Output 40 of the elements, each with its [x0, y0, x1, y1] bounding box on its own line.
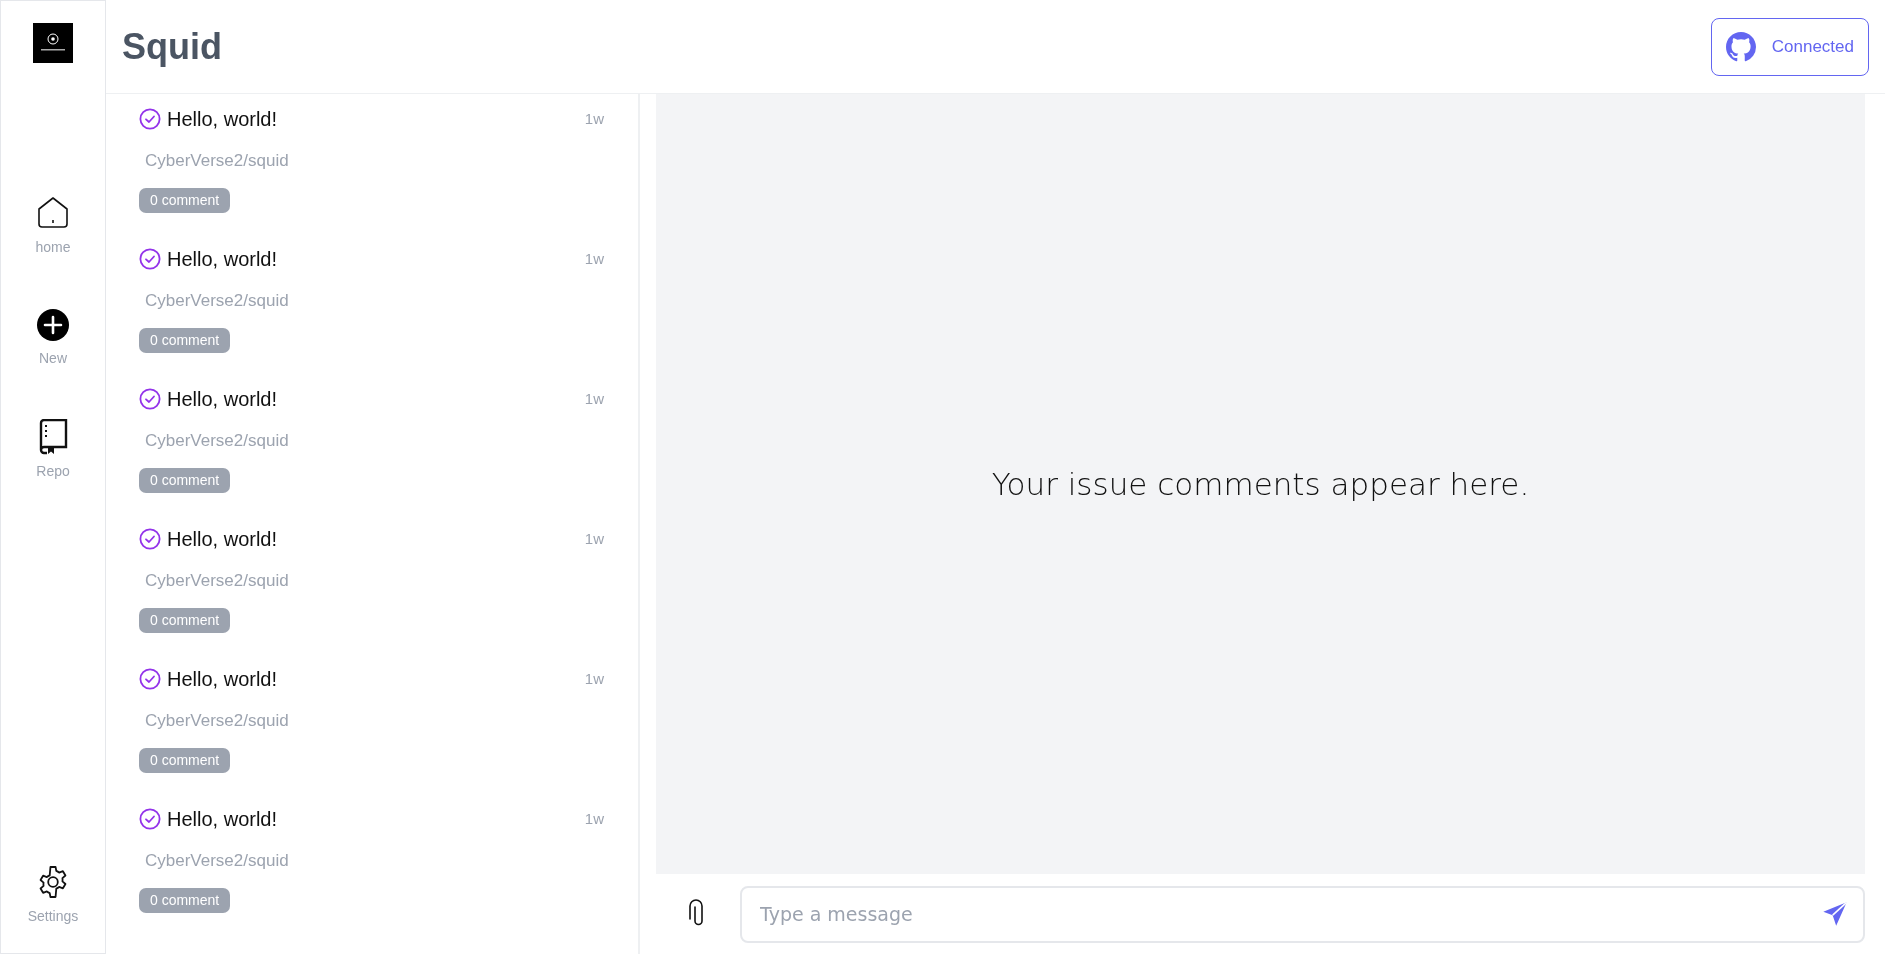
check-circle-icon [139, 248, 161, 270]
issue-title[interactable]: Hello, world! [167, 384, 278, 414]
comment-count-badge: 0 comment [139, 187, 231, 213]
issue-age: 1w [584, 528, 604, 549]
logo-icon [33, 23, 73, 63]
issue-repo: CyberVerse2/squid [145, 570, 290, 592]
comment-count-badge: 0 comment [139, 747, 231, 773]
comment-count-badge: 0 comment [139, 607, 231, 633]
issue-age: 1w [584, 668, 604, 689]
issue-title[interactable]: Hello, world! [167, 104, 278, 134]
issue-repo: CyberVerse2/squid [145, 710, 290, 732]
connected-button[interactable]: Connected [1710, 17, 1869, 76]
check-circle-icon [139, 388, 161, 410]
app-title: Squid [122, 24, 222, 69]
send-icon[interactable] [1821, 899, 1849, 928]
check-circle-icon [139, 808, 161, 830]
issue-age: 1w [584, 388, 604, 409]
plus-icon[interactable] [36, 308, 70, 342]
comment-count-badge: 0 comment [139, 467, 231, 493]
issue-repo: CyberVerse2/squid [145, 150, 290, 172]
issue-repo: CyberVerse2/squid [145, 430, 290, 452]
check-circle-icon [139, 108, 161, 130]
comment-count-badge: 0 comment [139, 887, 231, 913]
issue-title[interactable]: Hello, world! [167, 244, 278, 274]
github-icon [1725, 31, 1756, 62]
empty-state-text: Your issue comments appear here. [991, 464, 1530, 504]
issue-repo: CyberVerse2/squid [145, 290, 290, 312]
home-icon[interactable] [35, 195, 71, 231]
issue-age: 1w [584, 808, 604, 829]
check-circle-icon [139, 528, 161, 550]
issue-age: 1w [584, 248, 604, 269]
comment-count-badge: 0 comment [139, 327, 231, 353]
issue-title[interactable]: Hello, world! [167, 664, 278, 694]
check-circle-icon [139, 668, 161, 690]
message-field[interactable]: Type a message [740, 885, 1865, 943]
issue-title[interactable]: Hello, world! [167, 804, 278, 834]
issue-title[interactable]: Hello, world! [167, 524, 278, 554]
book-icon[interactable] [37, 419, 69, 455]
issue-age: 1w [584, 108, 604, 129]
issue-repo: CyberVerse2/squid [145, 850, 290, 872]
